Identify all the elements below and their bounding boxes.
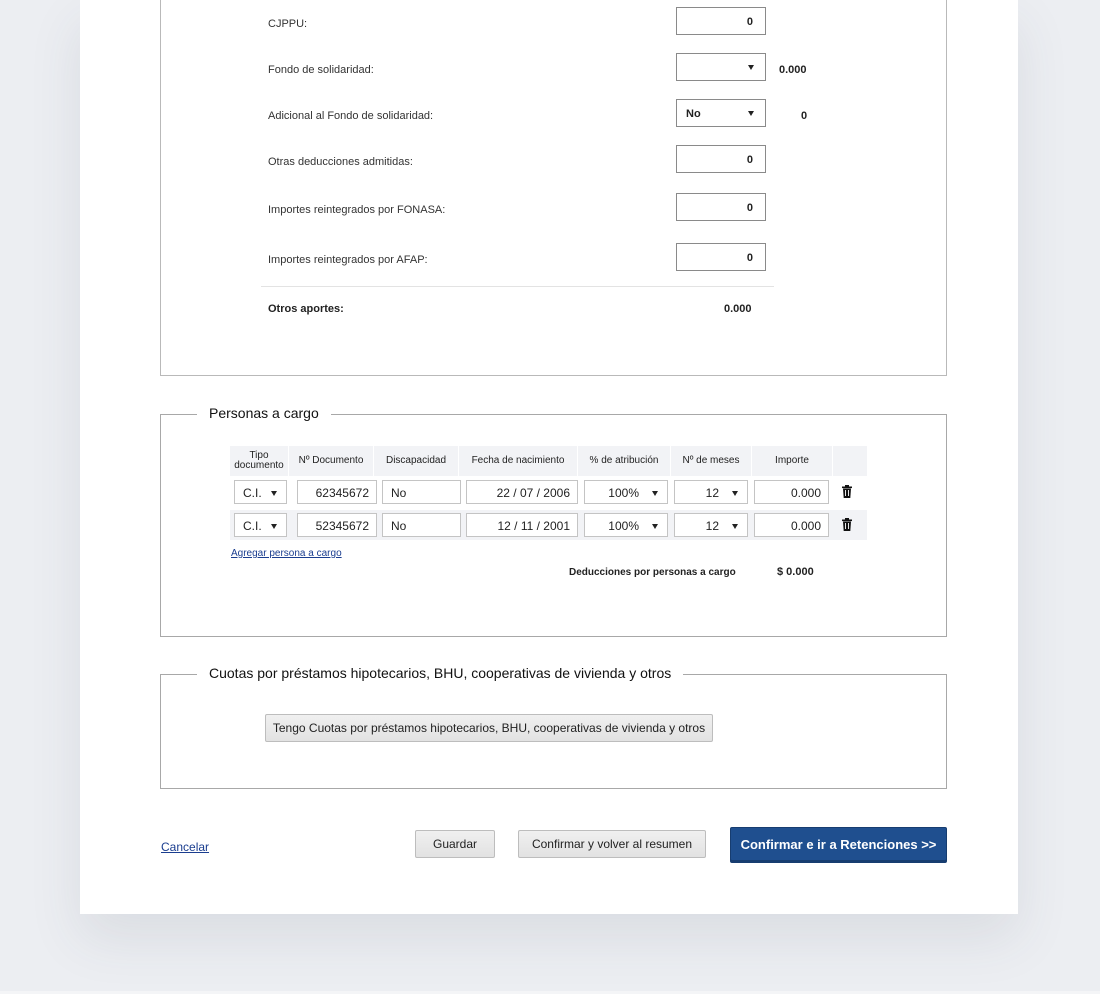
dependents-deductions-value: $ 0.000 [777, 566, 814, 578]
header-atribucion: % de atribución [589, 455, 659, 466]
trash-icon[interactable] [842, 518, 852, 531]
reintegro-afap-label: Importes reintegrados por AFAP: [268, 254, 428, 266]
chevron-down-icon [652, 524, 658, 529]
trash-icon[interactable] [842, 485, 852, 498]
importe-input[interactable]: 0.000 [754, 480, 829, 504]
adicional-fondo-select[interactable]: No [676, 99, 766, 127]
header-discapacidad: Discapacidad [385, 455, 447, 466]
chevron-down-icon [748, 65, 754, 70]
otras-deducciones-input[interactable]: 0 [676, 145, 766, 173]
reintegro-fonasa-input[interactable]: 0 [676, 193, 766, 221]
cjppu-label: CJPPU: [268, 18, 308, 30]
chevron-down-icon [732, 491, 738, 496]
atribucion-select[interactable]: 100% [584, 513, 668, 537]
importe-input[interactable]: 0.000 [754, 513, 829, 537]
chevron-down-icon [271, 491, 277, 496]
discapacidad-input[interactable]: No [382, 513, 461, 537]
confirm-retenciones-button[interactable]: Confirmar e ir a Retenciones >> [730, 827, 947, 861]
atribucion-select[interactable]: 100% [584, 480, 668, 504]
header-tipo-documento: Tipo documento [234, 450, 284, 471]
dependents-legend: Personas a cargo [197, 405, 331, 421]
otras-deducciones-label: Otras deducciones admitidas: [268, 156, 413, 168]
header-fecha-nacimiento: Fecha de nacimiento [471, 455, 565, 466]
chevron-down-icon [732, 524, 738, 529]
header-importe: Importe [775, 455, 809, 466]
fondo-solidaridad-select[interactable] [676, 53, 766, 81]
tipo-documento-select[interactable]: C.I. [234, 480, 287, 504]
chevron-down-icon [652, 491, 658, 496]
confirm-summary-button[interactable]: Confirmar y volver al resumen [518, 830, 706, 858]
reintegro-fonasa-label: Importes reintegrados por FONASA: [268, 204, 446, 216]
documento-input[interactable]: 52345672 [297, 513, 377, 537]
documento-input[interactable]: 62345672 [297, 480, 377, 504]
add-mortgage-quota-button[interactable]: Tengo Cuotas por préstamos hipotecarios,… [265, 714, 713, 742]
otros-aportes-label: Otros aportes: [268, 303, 344, 315]
header-meses: Nº de meses [682, 455, 740, 466]
mortgage-legend: Cuotas por préstamos hipotecarios, BHU, … [197, 665, 684, 681]
cjppu-input[interactable]: 0 [676, 7, 766, 35]
header-documento: Nº Documento [298, 455, 364, 466]
fondo-solidaridad-amount: 0.000 [779, 64, 807, 76]
chevron-down-icon [748, 111, 754, 116]
adicional-fondo-label: Adicional al Fondo de solidaridad: [268, 110, 434, 122]
table-row: C.I. 62345672 No 22 / 07 / 2006 100% 12 … [230, 477, 867, 507]
otros-aportes-value: 0.000 [724, 303, 752, 315]
add-dependent-link[interactable]: Agregar persona a cargo [231, 548, 342, 559]
tipo-documento-select[interactable]: C.I. [234, 513, 287, 537]
adicional-fondo-value: No [686, 108, 701, 120]
divider [261, 286, 774, 287]
fecha-nacimiento-input[interactable]: 22 / 07 / 2006 [466, 480, 578, 504]
deductions-section: CJPPU: 0 Fondo de solidaridad: 0.000 Adi… [160, 0, 947, 376]
dependents-deductions-label: Deducciones por personas a cargo [569, 567, 736, 578]
adicional-fondo-amount: 0 [801, 110, 808, 122]
chevron-down-icon [271, 524, 277, 529]
reintegro-afap-input[interactable]: 0 [676, 243, 766, 271]
cancel-link[interactable]: Cancelar [161, 840, 209, 854]
form-card: CJPPU: 0 Fondo de solidaridad: 0.000 Adi… [80, 0, 1018, 914]
meses-select[interactable]: 12 [674, 480, 748, 504]
fecha-nacimiento-input[interactable]: 12 / 11 / 2001 [466, 513, 578, 537]
table-row: C.I. 52345672 No 12 / 11 / 2001 100% 12 … [230, 510, 867, 540]
discapacidad-input[interactable]: No [382, 480, 461, 504]
meses-select[interactable]: 12 [674, 513, 748, 537]
save-button[interactable]: Guardar [415, 830, 495, 858]
dependents-table-header: Tipo documento Nº Documento Discapacidad … [230, 446, 867, 476]
fondo-solidaridad-label: Fondo de solidaridad: [268, 64, 374, 76]
